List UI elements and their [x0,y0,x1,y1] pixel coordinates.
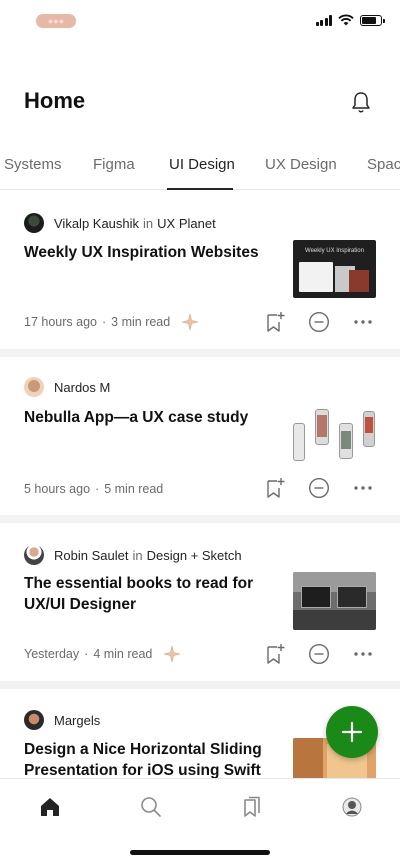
minus-circle-icon[interactable] [308,643,330,665]
publish-time: Yesterday [24,647,80,661]
author-name[interactable]: Nardos M [54,380,110,395]
publish-time: 5 hours ago [24,482,91,496]
article-title[interactable]: Weekly UX Inspiration Websites [24,242,264,263]
thumbnail-caption: Weekly UX Inspiration [305,248,364,254]
avatar [24,377,44,397]
bookmarks-icon[interactable] [240,795,264,819]
avatar [24,213,44,233]
article-thumbnail[interactable]: Weekly UX Inspiration [293,240,376,298]
author-name[interactable]: Vikalp Kaushik [54,216,139,231]
bookmark-add-icon[interactable] [264,477,286,499]
tab-figma[interactable]: Figma [93,156,135,173]
read-time: 3 min read [111,315,171,329]
read-time: 5 min read [104,482,164,496]
read-time: 4 min read [93,647,153,661]
in-word: in [132,547,143,563]
article-meta: Yesterday · 4 min read [24,646,181,662]
member-star-icon [164,646,181,662]
author-row: Robin Saulet in Design + Sketch [24,545,242,565]
tab-space[interactable]: Spac [367,156,400,173]
author-name[interactable]: Robin Saulet [54,548,128,563]
bookmark-add-icon[interactable] [264,311,286,333]
status-bar: ●●● [0,0,400,44]
more-icon[interactable] [352,311,374,333]
page-title: Home [24,88,86,113]
article-card[interactable]: Nardos M Nebulla App—a UX case study 5 h… [0,357,400,523]
member-star-icon [182,314,199,330]
home-icon[interactable] [38,795,62,819]
author-row: Nardos M [24,377,110,397]
minus-circle-icon[interactable] [308,311,330,333]
minus-circle-icon[interactable] [308,477,330,499]
battery-icon [360,14,385,26]
tab-systems[interactable]: Systems [4,156,62,173]
article-title[interactable]: Nebulla App—a UX case study [24,407,264,428]
publication-name[interactable]: UX Planet [157,216,216,231]
article-meta: 17 hours ago · 3 min read [24,314,199,330]
avatar [24,710,44,730]
author-name[interactable]: Margels [54,713,100,728]
signal-icon [315,14,332,26]
author-row: Vikalp Kaushik in UX Planet [24,213,216,233]
tab-ui-design[interactable]: UI Design [169,156,235,173]
publish-time: 17 hours ago [24,315,97,329]
compose-button[interactable] [326,706,378,758]
bookmark-add-icon[interactable] [264,643,286,665]
tab-ux-design[interactable]: UX Design [265,156,337,173]
article-card[interactable]: Vikalp Kaushik in UX Planet Weekly UX In… [0,191,400,357]
topic-tabs: Systems Figma UI Design UX Design Spac [0,148,400,190]
article-title[interactable]: Design a Nice Horizontal Sliding Present… [24,739,264,781]
wifi-icon [338,14,354,26]
status-pill: ●●● [36,14,76,28]
plus-icon [341,721,363,743]
article-thumbnail[interactable] [293,572,376,630]
article-title[interactable]: The essential books to read for UX/UI De… [24,573,274,615]
article-card[interactable]: Robin Saulet in Design + Sketch The esse… [0,523,400,689]
active-tab-indicator [167,188,233,190]
article-actions [264,311,374,333]
profile-icon[interactable] [340,795,364,819]
publication-name[interactable]: Design + Sketch [147,548,242,563]
status-icons [315,14,385,26]
more-icon[interactable] [352,477,374,499]
avatar [24,545,44,565]
article-actions [264,643,374,665]
author-row: Margels [24,710,100,730]
article-meta: 5 hours ago · 5 min read [24,482,164,496]
more-icon[interactable] [352,643,374,665]
search-icon[interactable] [139,795,163,819]
bell-icon[interactable] [350,90,372,114]
in-word: in [143,215,154,231]
article-thumbnail[interactable] [293,403,376,465]
home-indicator [130,850,270,855]
article-actions [264,477,374,499]
